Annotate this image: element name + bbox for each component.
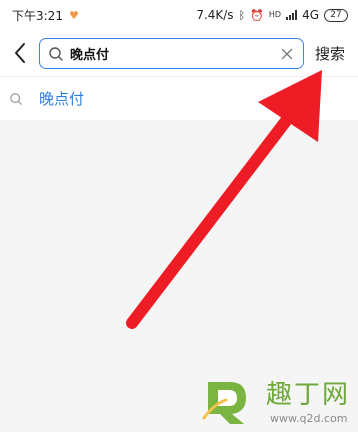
close-icon (281, 48, 293, 59)
search-header: 搜索 (0, 30, 358, 76)
search-input[interactable] (70, 46, 279, 61)
status-bar: 下午3:21 ♥ 7.4K/s ᛒ ⏰ HD 4G 27 (0, 0, 358, 30)
hd-label: HD (268, 10, 282, 19)
alarm-icon: ⏰ (250, 8, 264, 22)
back-button[interactable] (8, 40, 32, 66)
heart-icon: ♥ (68, 8, 79, 22)
chevron-left-icon (15, 43, 25, 63)
search-box[interactable] (39, 38, 304, 69)
network-type: 4G (302, 8, 319, 22)
watermark: 趣丁网 www.q2d.com (200, 372, 358, 432)
signal-icon (286, 10, 298, 20)
status-left: 下午3:21 ♥ (12, 7, 79, 24)
network-speed: 7.4K/s (196, 8, 234, 22)
suggestion-item[interactable]: 晚点付 (0, 76, 358, 120)
battery-icon: 27 (324, 8, 348, 22)
status-time: 下午3:21 (12, 8, 63, 23)
watermark-name: 趣丁网 (266, 380, 351, 410)
battery-level: 27 (330, 10, 342, 20)
status-right: 7.4K/s ᛒ ⏰ HD 4G 27 (196, 8, 348, 22)
search-icon (10, 92, 22, 105)
watermark-url: www.q2d.com (270, 412, 348, 425)
suggestion-label: 晚点付 (39, 90, 85, 108)
bluetooth-icon: ᛒ (238, 8, 246, 22)
search-button[interactable]: 搜索 (315, 43, 345, 64)
search-icon (49, 46, 63, 61)
watermark-logo-icon (202, 382, 246, 424)
clear-button[interactable] (279, 46, 295, 62)
